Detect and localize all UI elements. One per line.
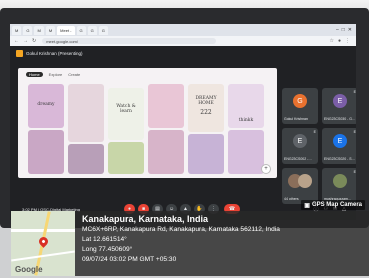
profile-icon[interactable]: ●: [338, 38, 341, 44]
pin-image: [188, 84, 224, 132]
location-pin-icon: [37, 235, 50, 248]
pin-image: [68, 144, 104, 174]
latitude: Lat 12.661514°: [82, 236, 127, 243]
participant-tile[interactable]: E mushraquzzam…: [322, 168, 356, 204]
shared-screen-nav: Home Explore Create: [26, 72, 80, 77]
avatar: E: [333, 94, 347, 108]
close-window-button[interactable]: ✕: [348, 27, 352, 33]
participant-tile[interactable]: G Gokul Krishnan: [282, 88, 318, 124]
pin-caption: Watch & learn: [116, 104, 136, 114]
star-icon[interactable]: ☆: [329, 38, 333, 44]
pin-caption: DREAMY HOME: [195, 96, 217, 106]
others-tile[interactable]: 44 others: [282, 168, 318, 204]
browser-tab[interactable]: M: [12, 25, 22, 35]
pin-caption: dreamy: [37, 102, 55, 107]
url-field[interactable]: meet.google.com/: [42, 38, 217, 44]
laptop-frame: M G M M Meet - G G G – □ ✕ ← → ↻ meet.go…: [0, 8, 369, 228]
avatar: E: [293, 134, 307, 148]
participant-name: ENG23CS020 - S…: [324, 157, 356, 161]
laptop-screen: M G M M Meet - G G G – □ ✕ ← → ↻ meet.go…: [10, 24, 356, 220]
location-address: MC6X+6RP, Kanakapura Rd, Kanakapura, Kar…: [82, 226, 280, 233]
avatar: G: [293, 94, 307, 108]
menu-dots-icon[interactable]: ⋮: [345, 38, 350, 44]
presenter-header: Gokul Krishnan (Presenting): [16, 50, 83, 57]
browser-tab[interactable]: G: [98, 25, 108, 35]
browser-tab[interactable]: M: [34, 25, 44, 35]
browser-tab[interactable]: G: [23, 25, 33, 35]
location-map: Google: [11, 211, 75, 276]
shared-nav-item: Home: [26, 72, 43, 77]
pin-image: [148, 130, 184, 174]
pin-image: [228, 130, 264, 174]
browser-tab-active[interactable]: Meet -: [57, 25, 75, 35]
browser-tab[interactable]: G: [76, 25, 86, 35]
gps-text-block: Kanakapura, Karnataka, India MC6X+6RP, K…: [82, 213, 280, 265]
pin-caption: thinkk: [238, 118, 254, 123]
timestamp: 09/07/24 03:02 PM GMT +05:30: [82, 256, 177, 263]
shared-screen: Home Explore Create dreamy Watch & learn: [18, 68, 277, 178]
participant-badge: E: [313, 130, 316, 134]
browser-toolbar-icons: ☆ ● ⋮: [329, 38, 350, 44]
address-bar: ← → ↻ meet.google.com/ ☆ ● ⋮: [10, 36, 356, 46]
map-road: [11, 250, 75, 262]
shared-nav-item: Create: [68, 72, 81, 77]
gps-camera-badge: ▣ GPS Map Camera: [301, 200, 365, 210]
participant-name: ENG23CS030 - G…: [324, 117, 356, 121]
participant-tile[interactable]: E E ENG23CS030 - G…: [322, 88, 356, 124]
pin-image: [108, 142, 144, 174]
pin-image: [148, 84, 184, 128]
browser-tab[interactable]: G: [87, 25, 97, 35]
camera-icon: ▣: [304, 202, 310, 209]
pin-image: [108, 88, 144, 140]
window-controls: – □ ✕: [336, 27, 356, 33]
pin-image: [28, 130, 64, 174]
forward-arrow-icon[interactable]: →: [23, 38, 28, 44]
longitude: Long 77.450609°: [82, 246, 133, 253]
participant-name: Gokul Krishnan: [284, 117, 308, 121]
participant-badge: E: [353, 90, 356, 94]
participant-badge: E: [353, 130, 356, 134]
pin-image: [68, 84, 104, 142]
pin-grid: dreamy Watch & learn DREAMY HOME 222 thi…: [24, 82, 274, 176]
meet-logo-icon: [16, 50, 23, 57]
minimize-button[interactable]: –: [336, 27, 339, 33]
participant-tile[interactable]: E E ENG23CS020 - S…: [322, 128, 356, 164]
avatar: [298, 174, 312, 188]
browser-tab[interactable]: M: [45, 25, 56, 35]
participant-badge: E: [353, 170, 356, 174]
gps-badge-label: GPS Map Camera: [311, 202, 362, 208]
back-arrow-icon[interactable]: ←: [14, 38, 19, 44]
pin-caption: 222: [200, 109, 212, 116]
participant-tile[interactable]: E E ENG23CS002 -…: [282, 128, 318, 164]
avatar: E: [333, 134, 347, 148]
shared-nav-item: Explore: [48, 72, 63, 77]
location-title: Kanakapura, Karnataka, India: [82, 214, 209, 224]
participant-name: ENG23CS002 -…: [284, 157, 312, 161]
pin-image: [188, 134, 224, 174]
presenter-label: Gokul Krishnan (Presenting): [26, 51, 83, 56]
browser-tab-strip: M G M M Meet - G G G – □ ✕: [10, 24, 356, 36]
maximize-button[interactable]: □: [342, 27, 345, 33]
map-brand: Google: [15, 265, 43, 274]
reload-icon[interactable]: ↻: [32, 38, 36, 44]
avatar: [333, 174, 347, 188]
add-icon[interactable]: +: [261, 164, 271, 174]
